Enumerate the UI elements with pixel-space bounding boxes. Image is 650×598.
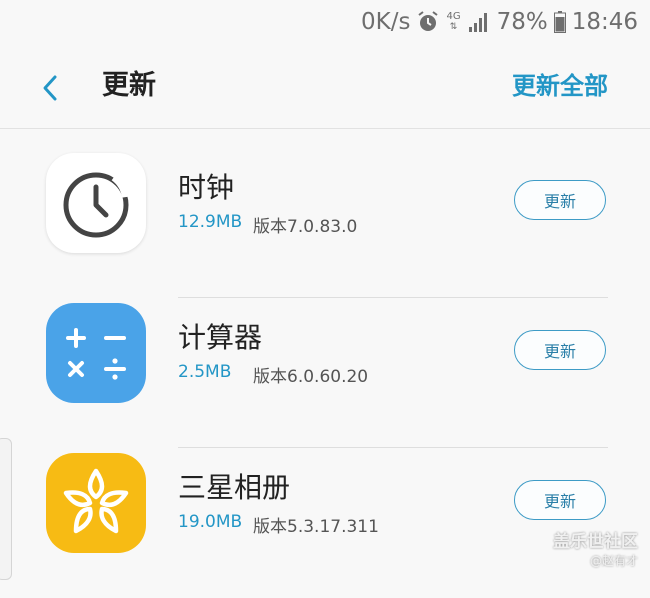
list-item[interactable]: 时钟 12.9MB 版本7.0.83.0 更新 <box>0 148 650 298</box>
chevron-left-icon <box>43 75 57 101</box>
page-title: 更新 <box>102 70 156 101</box>
app-version: 版本7.0.83.0 <box>253 217 358 237</box>
update-button-calculator[interactable]: 更新 <box>514 330 606 370</box>
status-bar: 0K/s 4G ⇅ 78% 18:46 <box>0 0 650 44</box>
app-size: 12.9MB <box>178 212 243 232</box>
app-version: 版本5.3.17.311 <box>253 517 379 537</box>
clock-app-icon <box>46 153 146 253</box>
battery-icon <box>553 11 566 33</box>
back-button[interactable] <box>28 66 72 110</box>
gallery-app-icon <box>46 453 146 553</box>
update-button-clock[interactable]: 更新 <box>514 180 606 220</box>
network-speed: 0K/s <box>361 9 411 35</box>
app-bar: 更新 更新全部 <box>0 44 650 129</box>
update-button-gallery[interactable]: 更新 <box>514 480 606 520</box>
update-all-button[interactable]: 更新全部 <box>512 66 608 106</box>
app-version: 版本6.0.60.20 <box>253 367 369 387</box>
calculator-app-icon <box>46 303 146 403</box>
app-name: 三星相册 <box>178 471 291 504</box>
app-name: 时钟 <box>178 171 235 204</box>
list-item[interactable]: 三星相册 19.0MB 版本5.3.17.311 更新 <box>0 448 650 598</box>
edge-panel-handle[interactable] <box>0 438 12 580</box>
watermark-community: 盖乐世社区 <box>553 532 638 552</box>
list-item[interactable]: 计算器 2.5MB 版本6.0.60.20 更新 <box>0 298 650 448</box>
watermark-author: @赵有才 <box>589 554 638 568</box>
clock-time: 18:46 <box>571 9 638 35</box>
battery-percent: 78% <box>496 9 548 35</box>
watermark: 盖乐世社区 @赵有才 <box>553 527 638 569</box>
network-type-icon: 4G ⇅ <box>446 11 461 33</box>
alarm-icon <box>416 10 440 34</box>
app-size: 19.0MB <box>178 512 243 532</box>
app-size: 2.5MB <box>178 362 232 382</box>
app-name: 计算器 <box>178 321 263 354</box>
signal-icon <box>467 11 491 33</box>
